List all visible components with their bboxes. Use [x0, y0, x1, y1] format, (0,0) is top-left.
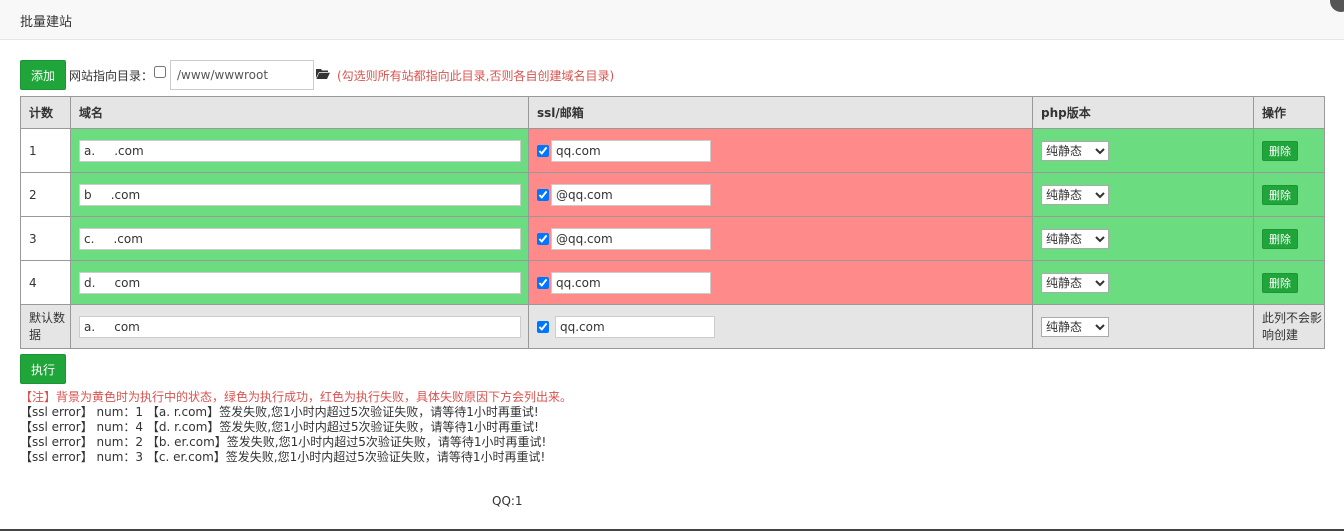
- status-note: 【注】背景为黄色时为执行中的状态，绿色为执行成功，红色为执行失败，具体失败原因下…: [20, 390, 573, 404]
- log-line: 【ssl error】 num：1 【a. r.com】签发失败,您1小时内超过…: [20, 405, 539, 419]
- ssl-checkbox[interactable]: [537, 144, 549, 157]
- email-input[interactable]: [551, 271, 711, 294]
- default-ssl-checkbox[interactable]: [537, 320, 549, 333]
- row-count: 1: [20, 128, 71, 173]
- dialog-title: 批量建站: [20, 15, 73, 30]
- php-select[interactable]: 纯静态: [1041, 272, 1109, 293]
- ssl-checkbox[interactable]: [537, 188, 549, 201]
- log-line: 【ssl error】 num：4 【d. r.com】签发失败,您1小时内超过…: [20, 420, 539, 434]
- php-cell: 纯静态: [1032, 260, 1254, 305]
- domain-cell: [70, 260, 529, 305]
- header-ssl: ssl/邮箱: [528, 96, 1033, 129]
- delete-button[interactable]: 删除: [1262, 184, 1298, 205]
- php-select[interactable]: 纯静态: [1041, 140, 1109, 161]
- header-php: php版本: [1032, 96, 1254, 129]
- log-line: 【ssl error】 num：3 【c. er.com】签发失败,您1小时内超…: [20, 450, 546, 464]
- action-cell: 删除: [1253, 260, 1325, 305]
- row-count: 4: [20, 260, 71, 305]
- php-cell: 纯静态: [1032, 304, 1254, 349]
- footer-contact: QQ:1: [492, 494, 523, 508]
- action-cell: 删除: [1253, 128, 1325, 173]
- ssl-cell: [528, 216, 1033, 261]
- add-button[interactable]: 添加: [20, 60, 66, 90]
- action-cell: 删除: [1253, 216, 1325, 261]
- ssl-cell: [528, 304, 1033, 349]
- action-cell: 删除: [1253, 172, 1325, 217]
- result-notes: 【注】背景为黄色时为执行中的状态，绿色为执行成功，红色为执行失败，具体失败原因下…: [20, 390, 920, 465]
- ssl-checkbox[interactable]: [537, 276, 549, 289]
- row-count: 3: [20, 216, 71, 261]
- dir-label: 网站指向目录：: [69, 69, 154, 83]
- default-row: 默认数据 纯静态 此列不会影响创建: [20, 304, 1325, 349]
- domain-cell: [70, 304, 529, 349]
- delete-button[interactable]: 删除: [1262, 228, 1298, 249]
- table-row: 2 纯静态 删除: [20, 172, 1325, 217]
- site-table: 计数 域名 ssl/邮箱 php版本 操作 1 纯静态 删除 2 纯静态 删除 …: [20, 96, 1325, 349]
- default-php-select[interactable]: 纯静态: [1041, 316, 1109, 337]
- php-select[interactable]: 纯静态: [1041, 228, 1109, 249]
- close-icon[interactable]: [1330, 0, 1344, 12]
- row-count: 2: [20, 172, 71, 217]
- default-email-input[interactable]: [555, 315, 715, 338]
- ssl-cell: [528, 172, 1033, 217]
- php-cell: 纯静态: [1032, 172, 1254, 217]
- log-line: 【ssl error】 num：2 【b. er.com】签发失败,您1小时内超…: [20, 435, 547, 449]
- header-action: 操作: [1253, 96, 1325, 129]
- header-domain: 域名: [70, 96, 529, 129]
- default-domain-input[interactable]: [79, 315, 521, 338]
- default-row-label: 默认数据: [20, 304, 71, 349]
- dir-hint: (勾选则所有站都指向此目录,否则各自创建域名目录): [337, 69, 615, 83]
- domain-cell: [70, 216, 529, 261]
- dir-checkbox[interactable]: [154, 66, 166, 78]
- table-row: 1 纯静态 删除: [20, 128, 1325, 173]
- dialog-titlebar: 批量建站: [0, 0, 1344, 40]
- php-cell: 纯静态: [1032, 128, 1254, 173]
- delete-button[interactable]: 删除: [1262, 140, 1298, 161]
- table-row: 4 纯静态 删除: [20, 260, 1325, 305]
- php-select[interactable]: 纯静态: [1041, 184, 1109, 205]
- execute-button[interactable]: 执行: [20, 354, 66, 384]
- delete-button[interactable]: 删除: [1262, 272, 1298, 293]
- domain-input[interactable]: [79, 183, 521, 206]
- ssl-cell: [528, 260, 1033, 305]
- email-input[interactable]: [551, 139, 711, 162]
- table-header: 计数 域名 ssl/邮箱 php版本 操作: [20, 96, 1325, 129]
- domain-input[interactable]: [79, 271, 521, 294]
- default-row-note: 此列不会影响创建: [1253, 304, 1325, 349]
- domain-input[interactable]: [79, 139, 521, 162]
- dir-input[interactable]: [170, 60, 314, 90]
- email-input[interactable]: [551, 227, 711, 250]
- email-input[interactable]: [551, 183, 711, 206]
- table-row: 3 纯静态 删除: [20, 216, 1325, 261]
- ssl-cell: [528, 128, 1033, 173]
- domain-cell: [70, 172, 529, 217]
- domain-cell: [70, 128, 529, 173]
- ssl-checkbox[interactable]: [537, 232, 549, 245]
- header-count: 计数: [20, 96, 71, 129]
- php-cell: 纯静态: [1032, 216, 1254, 261]
- domain-input[interactable]: [79, 227, 521, 250]
- folder-open-icon[interactable]: [316, 68, 330, 79]
